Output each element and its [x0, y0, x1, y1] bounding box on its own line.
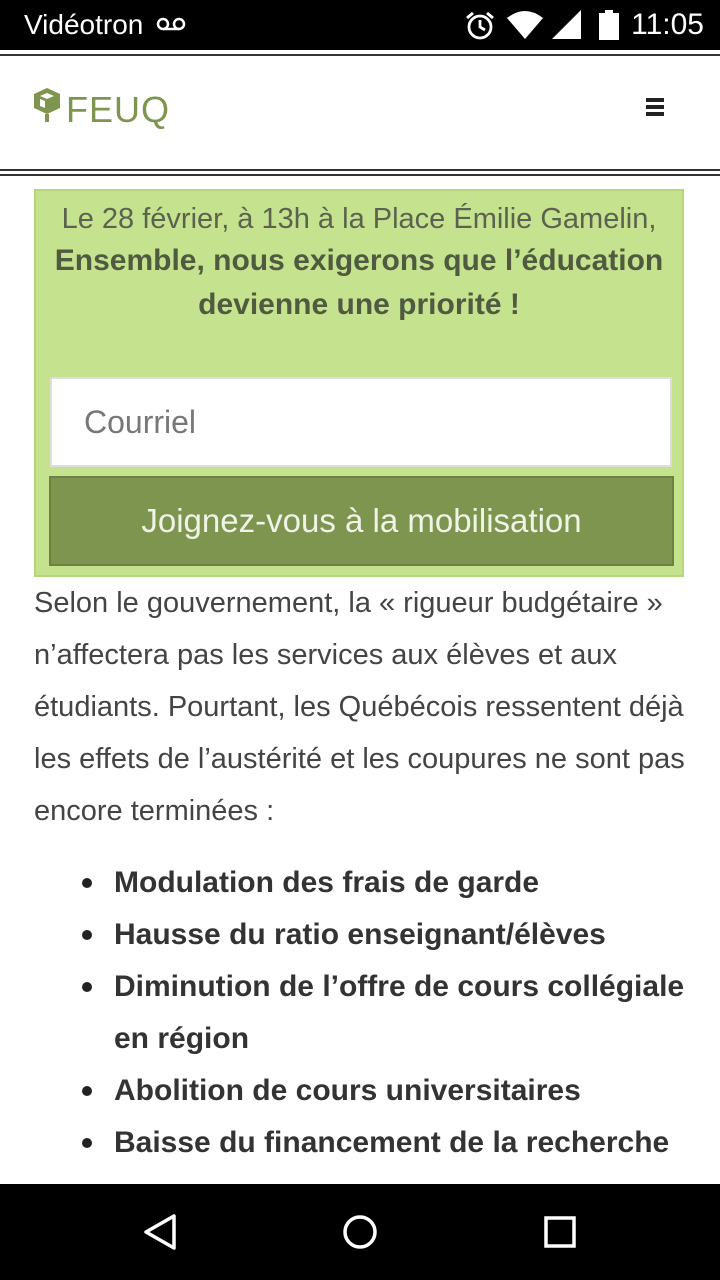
header-rule-1	[0, 169, 720, 171]
event-date-text: Le 28 février, à 13h à la Place Émilie G…	[61, 203, 657, 235]
recents-icon[interactable]	[536, 1208, 584, 1256]
header-top-rule	[0, 54, 720, 56]
event-headline: Ensemble, nous exigerons que l’éducation…	[36, 239, 682, 327]
wifi-icon	[507, 11, 543, 39]
logo-text: FEUQ	[66, 89, 171, 130]
list-item: Baisse du financement de la recherche	[34, 1117, 714, 1169]
feuq-logo-icon	[34, 88, 60, 122]
cuts-list: Modulation des frais de garde Hausse du …	[34, 857, 714, 1169]
header-rule-2	[0, 174, 720, 176]
back-icon[interactable]	[136, 1208, 184, 1256]
list-item: Modulation des frais de garde	[34, 857, 714, 909]
signal-icon	[552, 10, 581, 39]
intro-paragraph: Selon le gouvernement, la « rigueur budg…	[34, 587, 685, 827]
carrier-name: Vidéotron	[24, 9, 144, 40]
hamburger-menu-icon[interactable]	[646, 98, 664, 118]
voicemail-icon	[156, 17, 186, 31]
status-bar: Vidéotron 11:05	[0, 0, 720, 50]
clock: 11:05	[631, 8, 704, 41]
headline-line-2: devienne une priorité !	[198, 288, 520, 321]
navigation-bar	[0, 1184, 720, 1280]
email-input[interactable]	[50, 377, 672, 467]
list-item: Hausse du ratio enseignant/élèves	[34, 909, 714, 961]
battery-icon	[599, 10, 619, 40]
headline-line-1: Ensemble, nous exigerons que l’éducation	[54, 244, 664, 277]
mobilization-signup-panel: Le 28 février, à 13h à la Place Émilie G…	[34, 189, 684, 577]
home-icon[interactable]	[336, 1208, 384, 1256]
list-item: Diminution de l’offre de cours collégial…	[34, 961, 714, 1065]
list-item: Abolition de cours universitaires	[34, 1065, 714, 1117]
join-mobilization-button[interactable]: Joignez-vous à la mobilisation	[49, 476, 674, 566]
alarm-icon	[466, 11, 494, 40]
